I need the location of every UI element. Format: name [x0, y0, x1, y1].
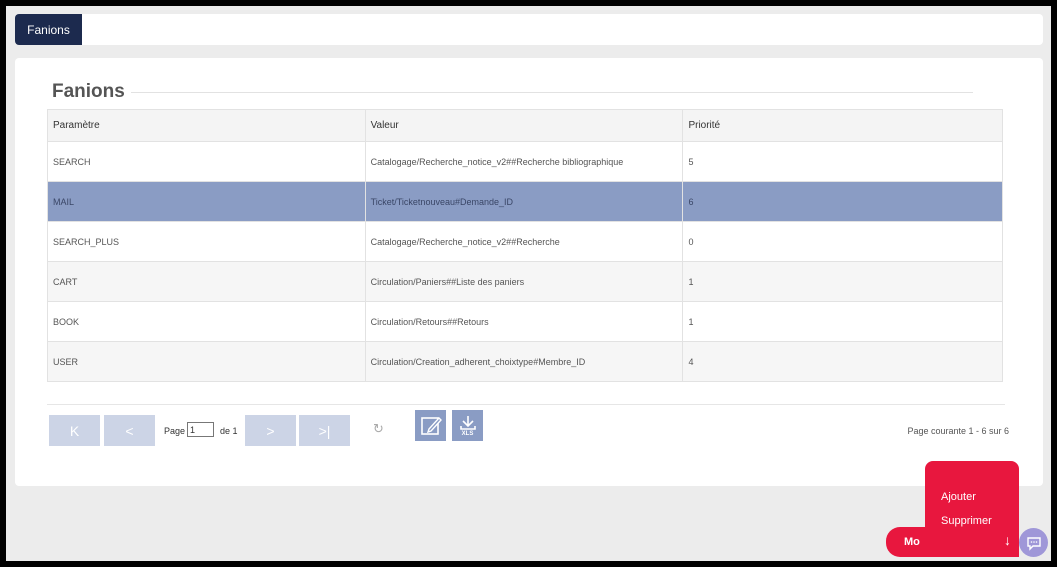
menu-item-ajouter[interactable]: Ajouter [941, 491, 976, 503]
chat-button[interactable] [1019, 528, 1048, 557]
tab-fanions[interactable]: Fanions [15, 14, 82, 45]
cell-priorite: 4 [682, 341, 1003, 382]
cell-valeur: Circulation/Creation_adherent_choixtype#… [364, 341, 684, 382]
first-page-button[interactable]: K [49, 415, 100, 446]
table-row[interactable]: BOOK Circulation/Retours##Retours 1 [47, 301, 1003, 342]
refresh-icon[interactable]: ↻ [373, 421, 384, 437]
tab-bar: Fanions [15, 14, 1043, 45]
cell-parametre: CART [47, 261, 366, 302]
chevron-left-icon: < [125, 422, 134, 439]
last-page-button[interactable]: >| [299, 415, 350, 446]
cell-parametre: MAIL [47, 181, 366, 222]
cell-valeur: Ticket/Ticketnouveau#Demande_ID [364, 181, 684, 222]
arrow-down-icon: ↓ [1004, 532, 1011, 548]
cell-parametre: USER [47, 341, 366, 382]
cell-valeur: Circulation/Retours##Retours [364, 301, 684, 342]
cell-priorite: 1 [682, 301, 1003, 342]
export-xls-button[interactable]: XLS [452, 410, 483, 441]
modify-menu-label: Mo [904, 536, 920, 548]
modify-menu-button[interactable]: Mo ↓ [886, 527, 1019, 557]
table-row[interactable]: USER Circulation/Creation_adherent_choix… [47, 341, 1003, 382]
page-number-input[interactable] [187, 422, 214, 437]
cell-valeur: Circulation/Paniers##Liste des paniers [364, 261, 684, 302]
first-page-icon: K [69, 422, 80, 439]
fanions-table: Paramètre Valeur Priorité SEARCH Catalog… [47, 109, 1003, 382]
page-label: Page [164, 426, 186, 436]
column-header-parametre[interactable]: Paramètre [47, 109, 366, 142]
cell-priorite: 1 [682, 261, 1003, 302]
last-page-icon: >| [318, 422, 331, 439]
menu-item-supprimer[interactable]: Supprimer [941, 515, 992, 527]
page-count-label: de 1 [220, 426, 238, 436]
edit-button[interactable] [415, 410, 446, 441]
table-row[interactable]: SEARCH_PLUS Catalogage/Recherche_notice_… [47, 221, 1003, 262]
cell-valeur: Catalogage/Recherche_notice_v2##Recherch… [364, 141, 684, 182]
cell-priorite: 0 [682, 221, 1003, 262]
cell-parametre: BOOK [47, 301, 366, 342]
page-title: Fanions [52, 81, 125, 102]
content-card: Fanions Paramètre Valeur Priorité SEARCH… [15, 58, 1043, 486]
chat-icon [1026, 536, 1041, 551]
cell-valeur: Catalogage/Recherche_notice_v2##Recherch… [364, 221, 684, 262]
table-row[interactable]: CART Circulation/Paniers##Liste des pani… [47, 261, 1003, 302]
table-row[interactable]: SEARCH Catalogage/Recherche_notice_v2##R… [47, 141, 1003, 182]
app-frame: Fanions Fanions Paramètre Valeur Priorit… [6, 6, 1051, 561]
xls-label: XLS [461, 430, 474, 437]
cell-priorite: 6 [682, 181, 1003, 222]
cell-parametre: SEARCH_PLUS [47, 221, 366, 262]
download-icon [459, 415, 476, 430]
table-header-row: Paramètre Valeur Priorité [47, 109, 1003, 142]
column-header-priorite[interactable]: Priorité [682, 109, 1003, 142]
pagination-status: Page courante 1 - 6 sur 6 [907, 426, 1009, 436]
column-header-valeur[interactable]: Valeur [364, 109, 684, 142]
next-page-button[interactable]: > [245, 415, 296, 446]
previous-page-button[interactable]: < [104, 415, 155, 446]
edit-icon [420, 416, 442, 435]
table-row-selected[interactable]: MAIL Ticket/Ticketnouveau#Demande_ID 6 [47, 181, 1003, 222]
chevron-right-icon: > [266, 422, 275, 439]
cell-priorite: 5 [682, 141, 1003, 182]
cell-parametre: SEARCH [47, 141, 366, 182]
pager-divider [47, 404, 1005, 405]
title-divider [131, 92, 973, 93]
